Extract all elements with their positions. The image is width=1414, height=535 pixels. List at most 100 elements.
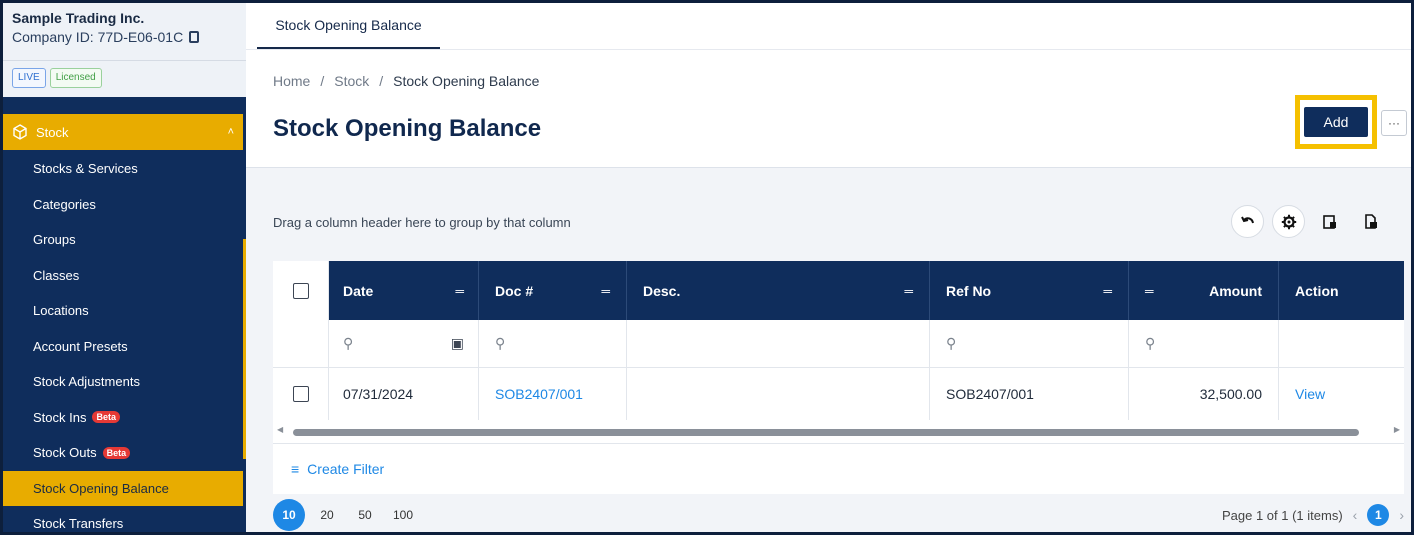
page-size-10[interactable]: 10 — [273, 499, 305, 531]
sidebar-item-categories[interactable]: Categories — [3, 187, 243, 223]
licensed-badge: Licensed — [49, 68, 102, 88]
sidebar-item-stock-transfers[interactable]: Stock Transfers — [3, 506, 243, 532]
sidebar-item-label: Groups — [33, 232, 76, 248]
gear-icon — [1281, 214, 1296, 229]
filter-doc[interactable]: ⚲ — [479, 320, 627, 368]
sidebar-item-stock-ins[interactable]: Stock Ins Beta — [3, 400, 243, 436]
sidebar-item-label: Stocks & Services — [33, 161, 138, 177]
select-all-cell — [273, 261, 329, 320]
column-header-amount[interactable]: ═ Amount — [1129, 261, 1279, 320]
row-select-cell — [273, 368, 329, 420]
sidebar-item-stock-outs[interactable]: Stock Outs Beta — [3, 435, 243, 471]
sidebar-item-locations[interactable]: Locations — [3, 293, 243, 329]
filter-icon[interactable]: ═ — [455, 284, 464, 298]
more-options-button[interactable]: ··· — [1381, 110, 1407, 136]
breadcrumb-separator: / — [379, 73, 384, 89]
filter-icon: ≡ — [291, 461, 300, 477]
filter-icon[interactable]: ═ — [601, 284, 610, 298]
column-label: Amount — [1209, 282, 1262, 299]
column-label: Ref No — [946, 282, 992, 299]
column-label: Action — [1295, 282, 1339, 299]
page-info: Page 1 of 1 (1 items) — [1221, 507, 1343, 523]
sidebar-item-label: Locations — [33, 303, 89, 319]
undo-button[interactable] — [1231, 205, 1264, 238]
sidebar-nav-list: Stocks & Services Categories Groups Clas… — [3, 151, 243, 532]
view-link[interactable]: View — [1279, 368, 1404, 420]
horizontal-scrollbar[interactable]: ◀ ▶ — [273, 420, 1404, 444]
scroll-left-icon[interactable]: ◀ — [277, 425, 283, 434]
tab-stock-opening-balance[interactable]: Stock Opening Balance — [257, 3, 440, 49]
company-id-text: Company ID: 77D-E06-01C — [12, 29, 184, 45]
filter-amount[interactable]: ⚲ — [1129, 320, 1279, 368]
pager: 10 20 50 100 Page 1 of 1 (1 items) ‹ 1 › — [273, 499, 1404, 531]
export-pdf-button[interactable] — [1354, 205, 1387, 238]
sidebar: Sample Trading Inc. Company ID: 77D-E06-… — [3, 3, 246, 532]
add-button[interactable]: Add — [1304, 107, 1368, 137]
add-button-highlight: Add — [1295, 95, 1377, 149]
sidebar-item-label: Stock Ins — [33, 409, 87, 425]
filter-icon[interactable]: ═ — [904, 284, 913, 298]
pdf-icon — [1364, 213, 1377, 229]
chevron-left-icon[interactable]: ‹ — [1353, 507, 1358, 523]
main-content: Stock Opening Balance Home / Stock / Sto… — [246, 3, 1411, 532]
export-excel-button[interactable] — [1313, 205, 1346, 238]
filter-date[interactable]: ⚲ ▣ — [329, 320, 479, 368]
create-filter-label: Create Filter — [307, 461, 385, 477]
breadcrumb: Home / Stock / Stock Opening Balance — [273, 73, 539, 89]
sidebar-item-stocks-services[interactable]: Stocks & Services — [3, 151, 243, 187]
sidebar-item-label: Account Presets — [33, 338, 128, 354]
spreadsheet-icon — [1322, 214, 1336, 229]
sidebar-item-account-presets[interactable]: Account Presets — [3, 329, 243, 365]
grid-filter-row: ⚲ ▣ ⚲ ⚲ ⚲ — [273, 320, 1404, 368]
sidebar-item-label: Categories — [33, 196, 96, 212]
cell-doc-link[interactable]: SOB2407/001 — [479, 368, 627, 420]
settings-button[interactable] — [1272, 205, 1305, 238]
copy-icon[interactable] — [189, 31, 200, 43]
chevron-right-icon[interactable]: › — [1399, 507, 1404, 523]
filter-action — [1279, 320, 1404, 368]
table-row[interactable]: 07/31/2024 SOB2407/001 SOB2407/001 32,50… — [273, 368, 1404, 420]
breadcrumb-current: Stock Opening Balance — [393, 73, 540, 89]
beta-badge: Beta — [92, 411, 120, 424]
company-header: Sample Trading Inc. Company ID: 77D-E06-… — [3, 3, 246, 61]
column-label: Date — [343, 282, 374, 299]
cell-amount: 32,500.00 — [1129, 368, 1279, 420]
create-filter-button[interactable]: ≡ Create Filter — [273, 444, 1404, 494]
sidebar-item-groups[interactable]: Groups — [3, 222, 243, 258]
company-id: Company ID: 77D-E06-01C — [12, 27, 237, 47]
beta-badge: Beta — [102, 446, 131, 459]
column-header-desc[interactable]: Desc. ═ — [627, 261, 930, 320]
sidebar-group-stock[interactable]: Stock ˄ — [3, 114, 243, 150]
sidebar-item-label: Classes — [33, 267, 80, 283]
column-header-doc[interactable]: Doc # ═ — [479, 261, 627, 320]
sidebar-item-stock-adjustments[interactable]: Stock Adjustments — [3, 364, 243, 400]
page-size-50[interactable]: 50 — [349, 499, 381, 531]
scrollbar-thumb[interactable] — [293, 429, 1359, 436]
sidebar-item-classes[interactable]: Classes — [3, 258, 243, 294]
page-button-1[interactable]: 1 — [1367, 504, 1390, 526]
data-grid: Date ═ Doc # ═ Desc. ═ Ref No ═ ═ Amount Acti… — [273, 261, 1404, 494]
column-header-date[interactable]: Date ═ — [329, 261, 479, 320]
scroll-right-icon[interactable]: ▶ — [1394, 425, 1400, 434]
filter-desc — [627, 320, 930, 368]
chevron-up-icon: ˄ — [227, 126, 234, 138]
page-size-20[interactable]: 20 — [311, 499, 343, 531]
grid-toolbar — [1231, 205, 1387, 238]
sidebar-item-stock-opening-balance[interactable]: Stock Opening Balance — [3, 470, 243, 506]
breadcrumb-separator: / — [320, 73, 325, 89]
sidebar-item-label: Stock Transfers — [33, 516, 124, 532]
filter-icon[interactable]: ═ — [1145, 284, 1154, 298]
live-badge: LIVE — [12, 68, 46, 88]
select-all-checkbox[interactable] — [292, 282, 309, 299]
sidebar-item-label: Stock Opening Balance — [33, 480, 169, 496]
filter-icon[interactable]: ═ — [1103, 284, 1112, 298]
column-header-ref[interactable]: Ref No ═ — [930, 261, 1129, 320]
row-checkbox[interactable] — [292, 386, 309, 402]
breadcrumb-home[interactable]: Home — [273, 73, 310, 89]
cell-ref: SOB2407/001 — [930, 368, 1129, 420]
breadcrumb-stock[interactable]: Stock — [334, 73, 369, 89]
page-size-100[interactable]: 100 — [387, 499, 419, 531]
filter-ref[interactable]: ⚲ — [930, 320, 1129, 368]
calendar-icon[interactable]: ▣ — [451, 335, 464, 352]
filter-cell-empty — [273, 320, 329, 368]
